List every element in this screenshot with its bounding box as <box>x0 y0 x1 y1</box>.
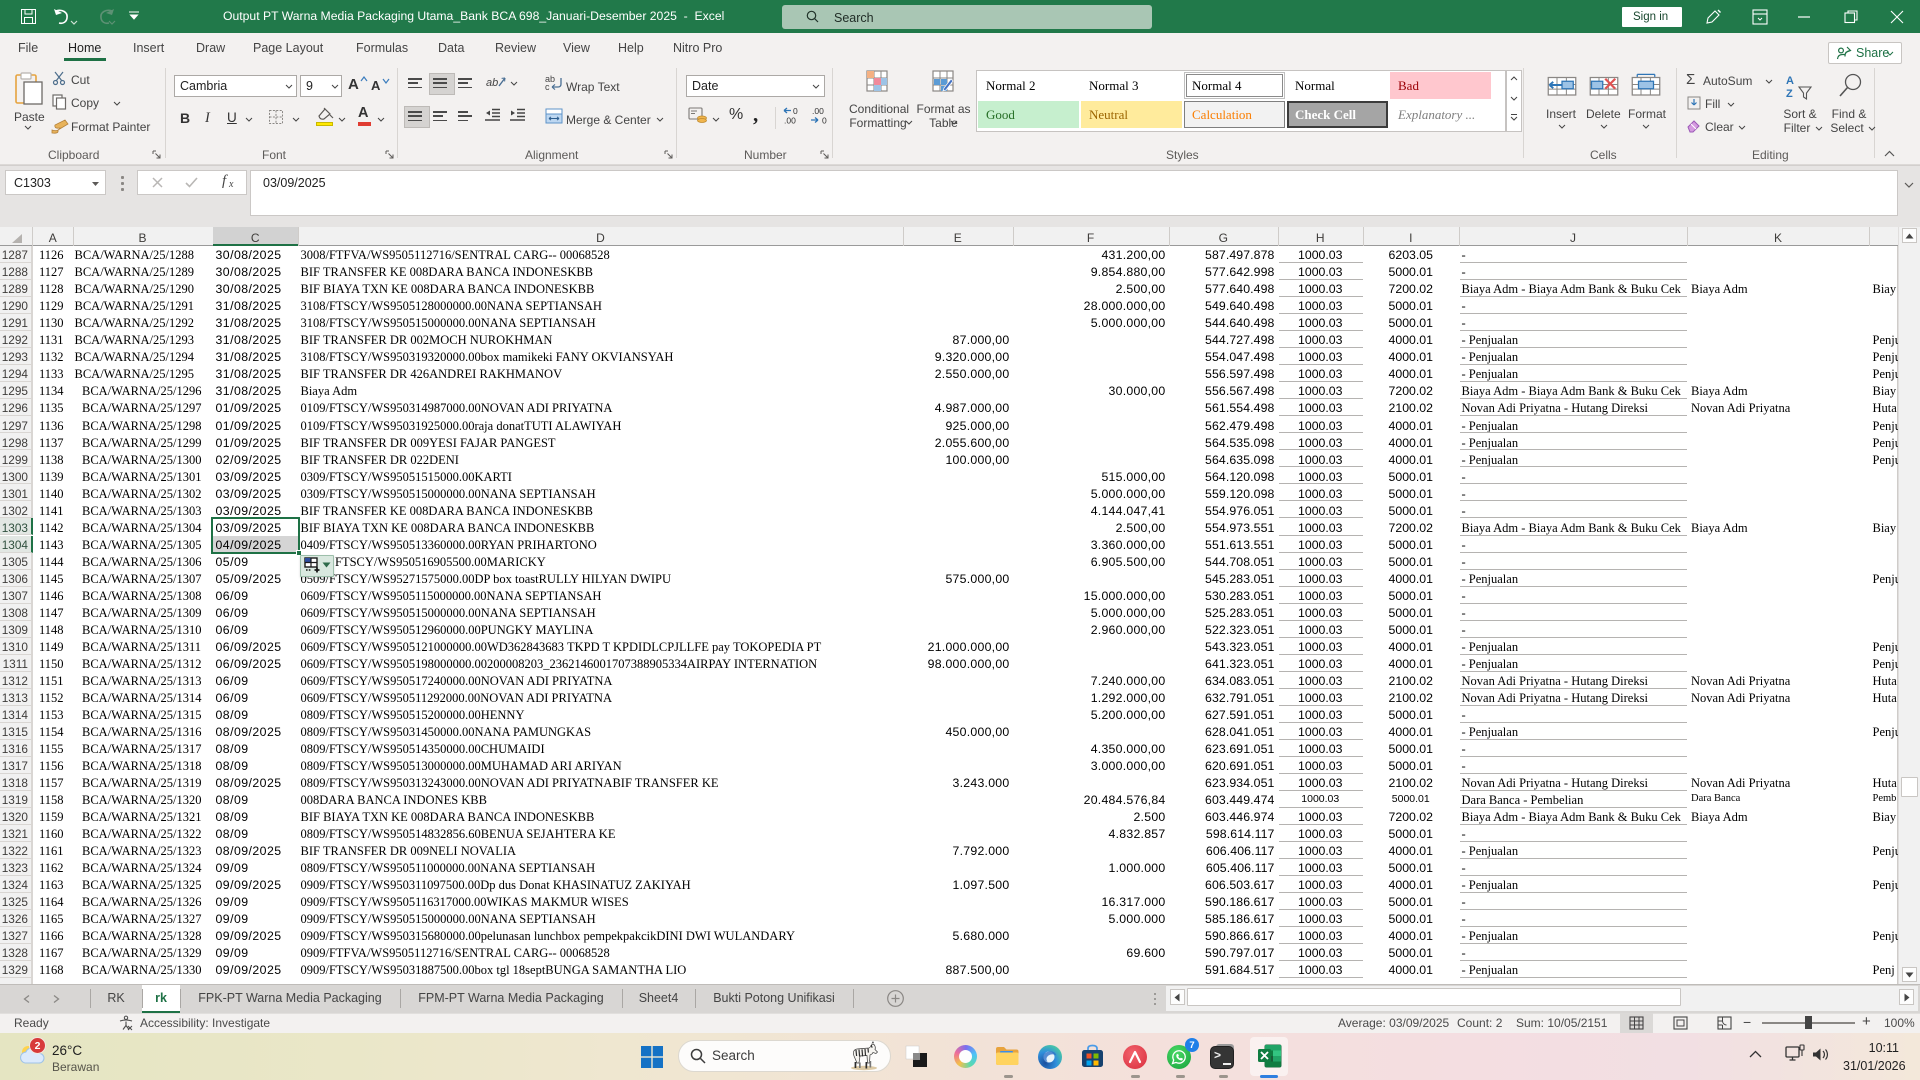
svg-text:c: c <box>545 82 550 92</box>
svg-text:.00: .00 <box>812 106 824 116</box>
svg-text:0: 0 <box>822 116 827 126</box>
svg-text:A: A <box>1786 75 1794 87</box>
svg-text:ab: ab <box>486 77 498 89</box>
svg-text:0: 0 <box>793 106 798 116</box>
svg-text:.00: .00 <box>784 116 796 126</box>
svg-text:Z: Z <box>1786 88 1793 100</box>
